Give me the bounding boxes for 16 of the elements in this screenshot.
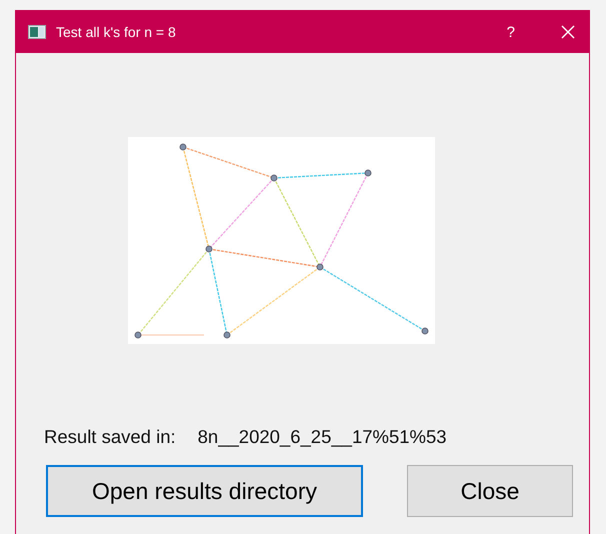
result-label: Result saved in: <box>44 426 176 448</box>
graph-node <box>364 170 372 176</box>
window-title: Test all k's for n = 8 <box>56 24 177 40</box>
graph-node <box>316 264 324 270</box>
app-icon <box>28 25 46 39</box>
graph-node <box>422 328 428 334</box>
result-path: 8n__2020_6_25__17%51%53 <box>198 426 447 448</box>
help-button[interactable]: ? <box>506 24 515 40</box>
graph-node <box>270 174 278 182</box>
graph-node <box>224 332 230 338</box>
graph-node <box>206 246 212 252</box>
close-icon[interactable] <box>561 25 575 39</box>
graph-node <box>180 144 186 150</box>
close-button[interactable]: Close <box>407 465 573 517</box>
graph-node <box>134 332 142 338</box>
open-directory-button[interactable]: Open results directory <box>46 465 363 517</box>
